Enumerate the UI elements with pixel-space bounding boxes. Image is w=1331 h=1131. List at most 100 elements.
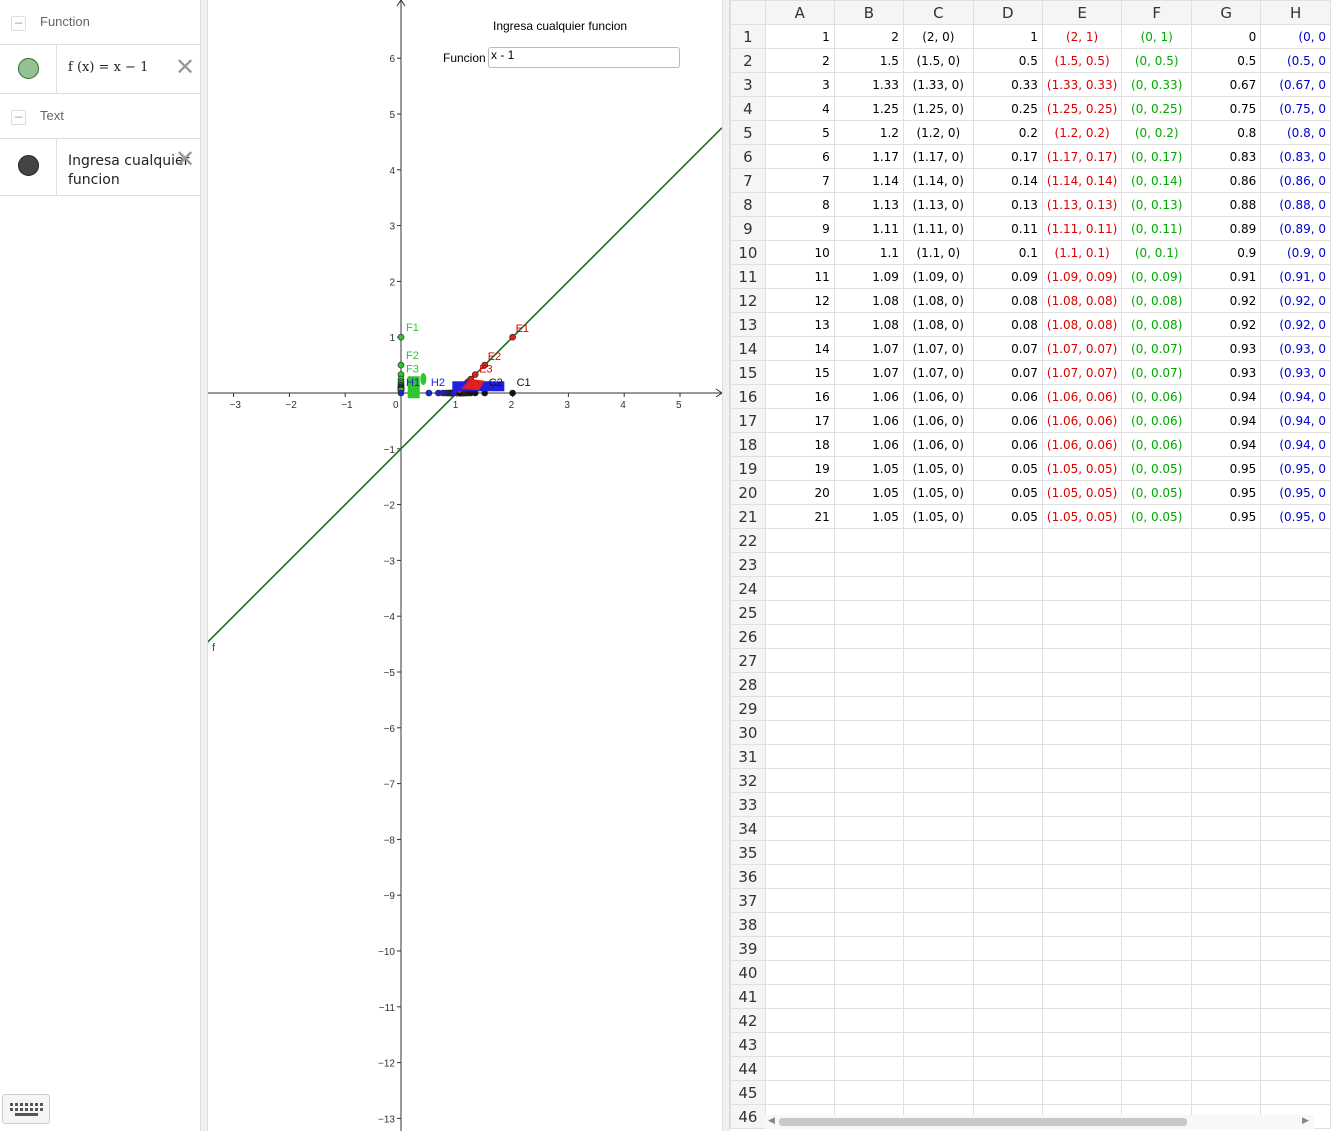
row-header[interactable]: 16 <box>730 384 766 409</box>
cell-a33[interactable] <box>764 792 835 817</box>
cell-e19[interactable]: (1.05, 0.05) <box>1041 456 1123 481</box>
cell-e16[interactable]: (1.06, 0.06) <box>1041 384 1123 409</box>
cell-b33[interactable] <box>833 792 904 817</box>
cell-f30[interactable] <box>1121 720 1193 745</box>
cell-f25[interactable] <box>1121 600 1193 625</box>
cell-a9[interactable]: 9 <box>764 216 835 241</box>
cell-e20[interactable]: (1.05, 0.05) <box>1041 480 1123 505</box>
cell-e25[interactable] <box>1041 600 1123 625</box>
row-header[interactable]: 32 <box>730 768 766 793</box>
cell-c40[interactable] <box>902 960 974 985</box>
cell-f15[interactable]: (0, 0.07) <box>1121 360 1193 385</box>
column-header-a[interactable]: A <box>764 0 835 25</box>
row-header[interactable]: 25 <box>730 600 766 625</box>
cell-b21[interactable]: 1.05 <box>833 504 904 529</box>
cell-f26[interactable] <box>1121 624 1193 649</box>
cell-g37[interactable] <box>1191 888 1262 913</box>
cell-f37[interactable] <box>1121 888 1193 913</box>
cell-e37[interactable] <box>1041 888 1123 913</box>
cell-g5[interactable]: 0.8 <box>1191 120 1262 145</box>
cell-f3[interactable]: (0, 0.33) <box>1121 72 1193 97</box>
row-header[interactable]: 22 <box>730 528 766 553</box>
cell-e12[interactable]: (1.08, 0.08) <box>1041 288 1123 313</box>
row-header[interactable]: 21 <box>730 504 766 529</box>
cell-b12[interactable]: 1.08 <box>833 288 904 313</box>
cell-f17[interactable]: (0, 0.06) <box>1121 408 1193 433</box>
cell-b18[interactable]: 1.06 <box>833 432 904 457</box>
cell-g26[interactable] <box>1191 624 1262 649</box>
cell-h36[interactable] <box>1260 864 1331 889</box>
cell-b2[interactable]: 1.5 <box>833 48 904 73</box>
cell-d28[interactable] <box>972 672 1043 697</box>
column-header-h[interactable]: H <box>1260 0 1331 25</box>
cell-b22[interactable] <box>833 528 904 553</box>
cell-g17[interactable]: 0.94 <box>1191 408 1262 433</box>
cell-e30[interactable] <box>1041 720 1123 745</box>
cell-h37[interactable] <box>1260 888 1331 913</box>
cell-a35[interactable] <box>764 840 835 865</box>
cell-f5[interactable]: (0, 0.2) <box>1121 120 1193 145</box>
cell-c45[interactable] <box>902 1080 974 1105</box>
row-header[interactable]: 37 <box>730 888 766 913</box>
cell-a34[interactable] <box>764 816 835 841</box>
cell-h24[interactable] <box>1260 576 1331 601</box>
cell-c33[interactable] <box>902 792 974 817</box>
cell-d23[interactable] <box>972 552 1043 577</box>
cell-f11[interactable]: (0, 0.09) <box>1121 264 1193 289</box>
column-header-d[interactable]: D <box>972 0 1043 25</box>
group-header-function[interactable]: − Function <box>0 0 200 45</box>
cell-g11[interactable]: 0.91 <box>1191 264 1262 289</box>
cell-f24[interactable] <box>1121 576 1193 601</box>
cell-a39[interactable] <box>764 936 835 961</box>
cell-d18[interactable]: 0.06 <box>972 432 1043 457</box>
cell-d7[interactable]: 0.14 <box>972 168 1043 193</box>
cell-c13[interactable]: (1.08, 0) <box>902 312 974 337</box>
cell-g30[interactable] <box>1191 720 1262 745</box>
cell-e6[interactable]: (1.17, 0.17) <box>1041 144 1123 169</box>
cell-e13[interactable]: (1.08, 0.08) <box>1041 312 1123 337</box>
row-header[interactable]: 1 <box>730 24 766 49</box>
cell-b3[interactable]: 1.33 <box>833 72 904 97</box>
cell-h4[interactable]: (0.75, 0 <box>1260 96 1331 121</box>
cell-a25[interactable] <box>764 600 835 625</box>
panel-splitter[interactable] <box>722 0 730 1131</box>
cell-a1[interactable]: 1 <box>764 24 835 49</box>
cell-c27[interactable] <box>902 648 974 673</box>
row-header[interactable]: 10 <box>730 240 766 265</box>
cell-a27[interactable] <box>764 648 835 673</box>
cell-a2[interactable]: 2 <box>764 48 835 73</box>
cell-d1[interactable]: 1 <box>972 24 1043 49</box>
cell-a12[interactable]: 12 <box>764 288 835 313</box>
cell-g12[interactable]: 0.92 <box>1191 288 1262 313</box>
cell-a17[interactable]: 17 <box>764 408 835 433</box>
cell-g4[interactable]: 0.75 <box>1191 96 1262 121</box>
cell-c10[interactable]: (1.1, 0) <box>902 240 974 265</box>
cell-h41[interactable] <box>1260 984 1331 1009</box>
cell-g7[interactable]: 0.86 <box>1191 168 1262 193</box>
cell-c12[interactable]: (1.08, 0) <box>902 288 974 313</box>
row-header[interactable]: 26 <box>730 624 766 649</box>
cell-d2[interactable]: 0.5 <box>972 48 1043 73</box>
cell-d10[interactable]: 0.1 <box>972 240 1043 265</box>
cell-b38[interactable] <box>833 912 904 937</box>
cell-h8[interactable]: (0.88, 0 <box>1260 192 1331 217</box>
point-f[interactable] <box>397 333 405 341</box>
cell-f8[interactable]: (0, 0.13) <box>1121 192 1193 217</box>
cell-g45[interactable] <box>1191 1080 1262 1105</box>
cell-d30[interactable] <box>972 720 1043 745</box>
cell-e17[interactable]: (1.06, 0.06) <box>1041 408 1123 433</box>
cell-g23[interactable] <box>1191 552 1262 577</box>
cell-c11[interactable]: (1.09, 0) <box>902 264 974 289</box>
cell-d44[interactable] <box>972 1056 1043 1081</box>
function-formula[interactable]: f (x) = x − 1 <box>68 60 148 75</box>
cell-c8[interactable]: (1.13, 0) <box>902 192 974 217</box>
row-header[interactable]: 12 <box>730 288 766 313</box>
cell-g41[interactable] <box>1191 984 1262 1009</box>
cell-c7[interactable]: (1.14, 0) <box>902 168 974 193</box>
cell-b31[interactable] <box>833 744 904 769</box>
cell-b9[interactable]: 1.11 <box>833 216 904 241</box>
spreadsheet-table[interactable]: ABCDEFGH 1 1 2 (2, 0) 1 (2, 1) (0, 1) 0 (0, 0221… <box>730 0 1331 1129</box>
cell-h21[interactable]: (0.95, 0 <box>1260 504 1331 529</box>
cell-d41[interactable] <box>972 984 1043 1009</box>
cell-e23[interactable] <box>1041 552 1123 577</box>
